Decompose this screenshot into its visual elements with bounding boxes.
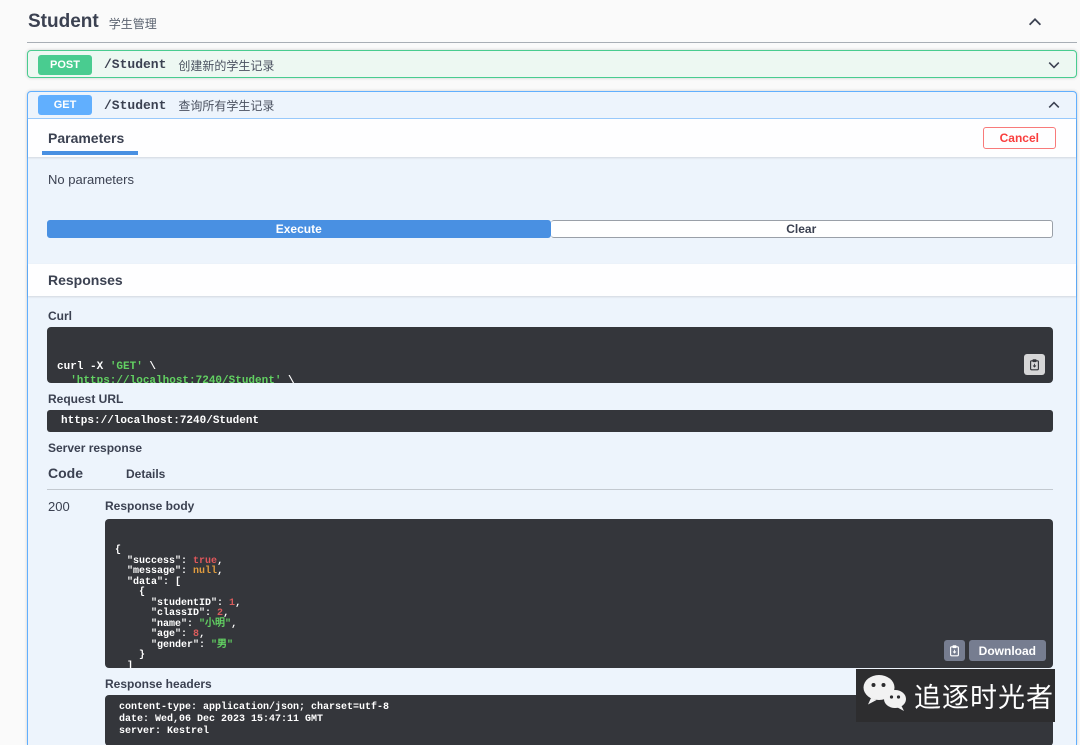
download-button[interactable]: Download [968, 640, 1046, 661]
response-table-header: Code Details [48, 465, 1076, 481]
tab-active-underline [42, 151, 139, 155]
status-code: 200 [48, 499, 70, 514]
get-description: 查询所有学生记录 [178, 99, 275, 113]
tab-parameters-label: Parameters [48, 130, 125, 146]
opblock-post-header[interactable]: POST /Student 创建新的学生记录 [28, 51, 1076, 78]
post-method-badge: POST [38, 54, 92, 75]
response-body-actions: Download [943, 640, 1046, 661]
no-parameters-text: No parameters [48, 172, 134, 187]
responses-section-header: Responses [28, 264, 1076, 296]
wechat-icon [862, 673, 908, 718]
chevron-up-icon[interactable] [1026, 13, 1044, 31]
tab-parameters[interactable]: Parameters [42, 119, 139, 157]
opblock-get-student: GET /Student 查询所有学生记录 Parameters Cancel … [27, 91, 1077, 745]
cancel-button[interactable]: Cancel [982, 127, 1056, 149]
opblock-post-student: POST /Student 创建新的学生记录 [27, 50, 1077, 78]
copy-to-clipboard-button[interactable] [943, 640, 965, 661]
post-path: /Student [104, 57, 167, 72]
parameters-section-header: Parameters Cancel [28, 119, 1076, 157]
swagger-page: Student 学生管理 POST /Student 创建新的学生记录 GET … [0, 0, 1080, 745]
opblock-get-header[interactable]: GET /Student 查询所有学生记录 [28, 92, 1076, 119]
get-method-badge: GET [38, 95, 92, 115]
chevron-up-icon[interactable] [1046, 97, 1062, 113]
execute-wrapper: Execute Clear [47, 220, 1053, 238]
tag-subtitle: 学生管理 [108, 16, 157, 31]
response-body-code-block: { "success": true, "message": null, "dat… [105, 519, 1053, 668]
details-column-header: Details [126, 467, 166, 481]
clear-button[interactable]: Clear [550, 220, 1053, 238]
watermark-text: 追逐时光者 [914, 683, 1054, 713]
request-url-label: Request URL [48, 392, 124, 406]
tag-title: Student [28, 10, 99, 32]
response-table-divider [47, 489, 1053, 490]
request-url-value: https://localhost:7240/Student [47, 410, 1053, 432]
execute-button[interactable]: Execute [47, 220, 551, 238]
responses-title: Responses [48, 272, 123, 288]
tag-divider [27, 42, 1077, 43]
post-description: 创建新的学生记录 [178, 58, 275, 73]
copy-to-clipboard-button[interactable] [1024, 354, 1045, 375]
server-response-label: Server response [48, 441, 143, 455]
code-column-header: Code [48, 465, 83, 481]
curl-label: Curl [48, 309, 72, 323]
watermark: 追逐时光者 [856, 669, 1055, 722]
get-path: /Student [104, 97, 167, 113]
chevron-down-icon[interactable] [1046, 57, 1062, 73]
curl-code-block: curl -X 'GET' \ 'https://localhost:7240/… [47, 327, 1053, 383]
tag-header-student[interactable]: Student 学生管理 [0, 0, 1080, 43]
response-body-label: Response body [105, 499, 195, 513]
